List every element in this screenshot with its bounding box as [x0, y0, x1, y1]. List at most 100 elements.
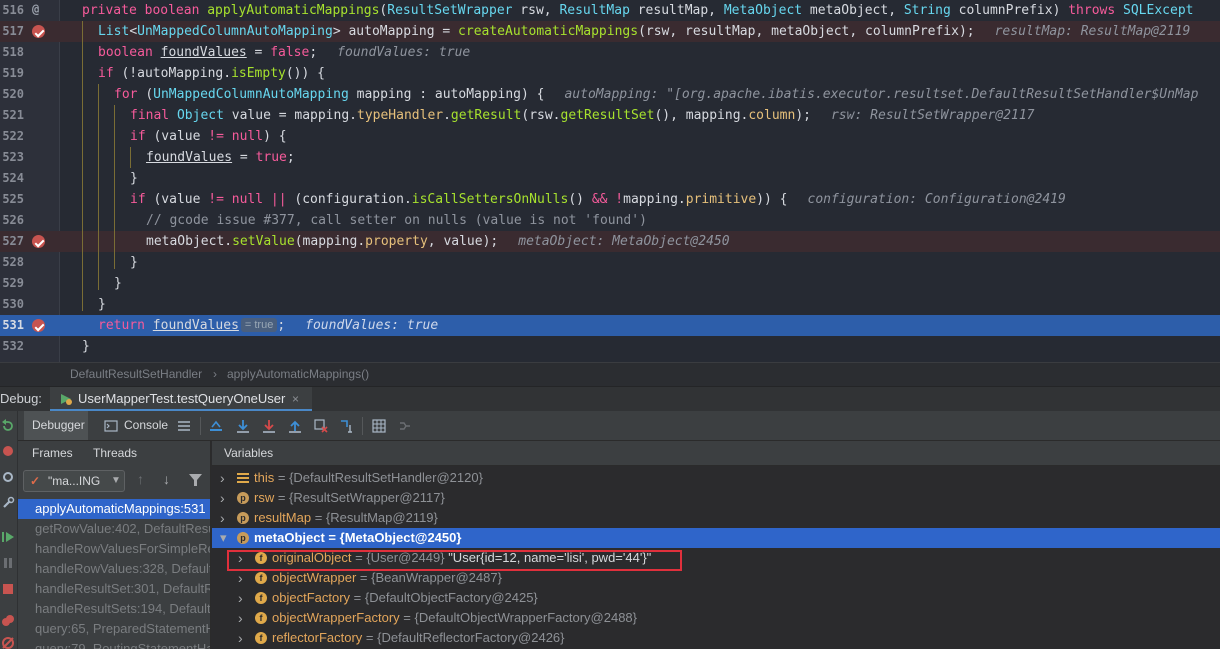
- breakpoint-icon[interactable]: [32, 25, 45, 38]
- stop-icon[interactable]: [1, 582, 15, 596]
- code-token: getResultSet: [560, 108, 655, 123]
- variable-row[interactable]: › f reflectorFactory = {DefaultReflectorFa…: [212, 628, 1220, 648]
- chevron-right-icon[interactable]: ›: [238, 628, 248, 648]
- code-line[interactable]: 523 foundValues = true;: [0, 147, 1220, 168]
- chevron-right-icon[interactable]: ›: [238, 568, 248, 588]
- code-line[interactable]: 526 // gcode issue #377, call setter on n…: [0, 210, 1220, 231]
- code-line[interactable]: 520 for (UnMappedColumnAutoMapping mappin…: [0, 84, 1220, 105]
- stack-frame[interactable]: handleResultSets:194, DefaultResultSetHa…: [18, 599, 210, 619]
- stack-frame[interactable]: query:65, PreparedStatementHandler: [18, 619, 210, 639]
- settings-icon[interactable]: [1, 470, 15, 484]
- step-over-icon[interactable]: [236, 419, 250, 433]
- code-line[interactable]: 527 metaObject.setValue(mapping.property,…: [0, 231, 1220, 252]
- debug-session-tab[interactable]: UserMapperTest.testQueryOneUser ×: [50, 387, 312, 412]
- resume-icon[interactable]: [1, 530, 15, 544]
- line-number[interactable]: 524: [0, 168, 24, 189]
- variable-row[interactable]: › this = {DefaultResultSetHandler@2120}: [212, 468, 1220, 488]
- code-token: (rsw, resultMap, metaObject, columnPrefi…: [638, 24, 975, 39]
- line-number[interactable]: 518: [0, 42, 24, 63]
- wrench-icon[interactable]: [1, 496, 15, 510]
- code-token: private boolean: [82, 3, 208, 18]
- code-line[interactable]: 528}: [0, 252, 1220, 273]
- variable-row[interactable]: ▾ p metaObject = {MetaObject@2450}: [212, 528, 1220, 548]
- code-line[interactable]: 524}: [0, 168, 1220, 189]
- variable-row[interactable]: › p resultMap = {ResultMap@2119}: [212, 508, 1220, 528]
- code-line[interactable]: 518 boolean foundValues = false; foundValu…: [0, 42, 1220, 63]
- code-editor[interactable]: 516 @ private boolean applyAutomaticMappin…: [0, 0, 1220, 362]
- close-icon[interactable]: ×: [292, 387, 299, 411]
- line-number[interactable]: 516: [0, 0, 24, 21]
- step-into-icon[interactable]: [262, 419, 276, 433]
- tab-debugger[interactable]: Debugger: [24, 411, 88, 440]
- view-breakpoints-icon[interactable]: [1, 614, 15, 628]
- variable-row[interactable]: › f objectWrapper = {BeanWrapper@2487}: [212, 568, 1220, 588]
- breakpoint-icon[interactable]: [32, 235, 45, 248]
- trace-stream-icon[interactable]: [398, 419, 412, 433]
- variable-row[interactable]: › f objectWrapperFactory = {DefaultObjectW…: [212, 608, 1220, 628]
- code-line[interactable]: 530}: [0, 294, 1220, 315]
- line-number[interactable]: 527: [0, 231, 24, 252]
- override-annotation-icon[interactable]: @: [32, 0, 45, 16]
- chevron-right-icon[interactable]: ›: [238, 608, 248, 628]
- variable-row[interactable]: › f objectFactory = {DefaultObjectFactory@…: [212, 588, 1220, 608]
- thread-selector-row: ✓ "ma...ING ▼ ↑ ↓: [18, 466, 210, 496]
- variable-row[interactable]: › p rsw = {ResultSetWrapper@2117}: [212, 488, 1220, 508]
- code-line[interactable]: 522 if (value != null) {: [0, 126, 1220, 147]
- tab-console[interactable]: Console: [104, 411, 168, 440]
- menu-icon[interactable]: [177, 419, 191, 433]
- line-number[interactable]: 519: [0, 63, 24, 84]
- chevron-right-icon[interactable]: ›: [220, 468, 230, 488]
- code-line[interactable]: 531 return foundValues = true; foundValues:…: [0, 315, 1220, 336]
- show-execution-point-icon[interactable]: [209, 419, 223, 433]
- code-line[interactable]: 532}: [0, 336, 1220, 357]
- run-to-cursor-icon[interactable]: [340, 419, 354, 433]
- chevron-down-icon[interactable]: ▾: [220, 528, 230, 548]
- code-line[interactable]: 529}: [0, 273, 1220, 294]
- rerun-icon[interactable]: [1, 418, 15, 432]
- arrow-down-icon[interactable]: ↓: [163, 471, 170, 487]
- thread-dropdown[interactable]: ✓ "ma...ING ▼: [23, 470, 125, 492]
- stack-frame[interactable]: getRowValue:402, DefaultResultSetHandler: [18, 519, 210, 539]
- pause-icon[interactable]: [1, 556, 15, 570]
- code-line[interactable]: 517 List<UnMappedColumnAutoMapping> autoM…: [0, 21, 1220, 42]
- code-line[interactable]: 525 if (value != null || (configuration.i…: [0, 189, 1220, 210]
- line-number[interactable]: 523: [0, 147, 24, 168]
- line-number[interactable]: 532: [0, 336, 24, 357]
- chevron-right-icon[interactable]: ›: [238, 588, 248, 608]
- line-number[interactable]: 522: [0, 126, 24, 147]
- line-number[interactable]: 529: [0, 273, 24, 294]
- step-out-icon[interactable]: [288, 419, 302, 433]
- line-number[interactable]: 520: [0, 84, 24, 105]
- line-number[interactable]: 525: [0, 189, 24, 210]
- tab-threads[interactable]: Threads: [93, 441, 137, 465]
- modify-run-configuration-icon[interactable]: [1, 444, 15, 458]
- stack-frame[interactable]: handleResultSet:301, DefaultResultSetHan…: [18, 579, 210, 599]
- code-line[interactable]: 521 final Object value = mapping.typeHand…: [0, 105, 1220, 126]
- stack-frame[interactable]: applyAutomaticMappings:531: [18, 499, 210, 519]
- variables-header: Variables: [212, 441, 1220, 466]
- line-number[interactable]: 531: [0, 315, 24, 336]
- arrow-up-icon[interactable]: ↑: [137, 471, 144, 487]
- stack-frame[interactable]: query:79, RoutingStatementHandler: [18, 639, 210, 649]
- line-number[interactable]: 521: [0, 105, 24, 126]
- breadcrumb-class[interactable]: DefaultResultSetHandler: [70, 363, 202, 386]
- breadcrumb-method[interactable]: applyAutomaticMappings(): [227, 363, 369, 386]
- filter-icon[interactable]: [189, 474, 202, 487]
- inline-debug-value: resultMap: ResultMap@2119: [994, 24, 1191, 39]
- line-number[interactable]: 517: [0, 21, 24, 42]
- tab-frames[interactable]: Frames: [32, 441, 73, 465]
- drop-frame-icon[interactable]: [314, 419, 328, 433]
- evaluate-expression-icon[interactable]: [372, 419, 386, 433]
- chevron-right-icon[interactable]: ›: [220, 488, 230, 508]
- stack-frame[interactable]: handleRowValues:328, DefaultResultSetHan…: [18, 559, 210, 579]
- line-number[interactable]: 528: [0, 252, 24, 273]
- stack-frame[interactable]: handleRowValuesForSimpleResultMap: [18, 539, 210, 559]
- breakpoint-icon[interactable]: [32, 319, 45, 332]
- mute-breakpoints-icon[interactable]: [1, 636, 15, 649]
- code-line[interactable]: 519 if (!autoMapping.isEmpty()) {: [0, 63, 1220, 84]
- code-text: boolean foundValues = false; foundValues:…: [98, 42, 470, 63]
- line-number[interactable]: 530: [0, 294, 24, 315]
- code-line[interactable]: 516 @ private boolean applyAutomaticMappin…: [0, 0, 1220, 21]
- line-number[interactable]: 526: [0, 210, 24, 231]
- chevron-right-icon[interactable]: ›: [220, 508, 230, 528]
